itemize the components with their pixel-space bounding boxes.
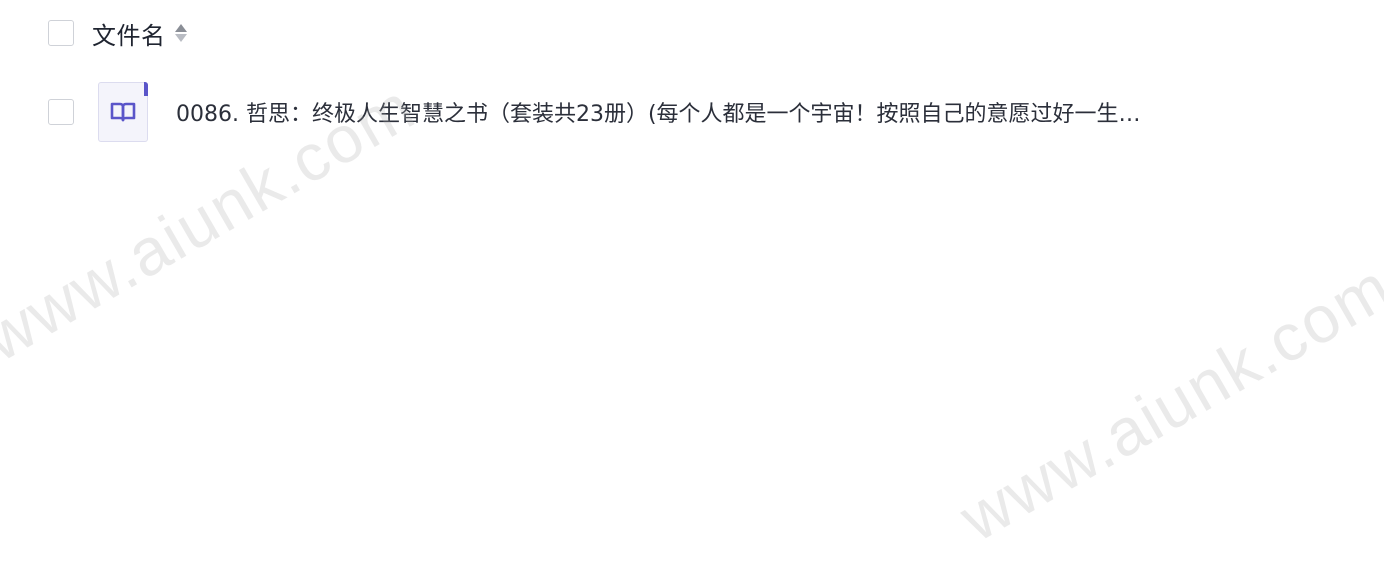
file-list-page: 文件名 0086. 哲思：终极人生智慧之书（套装共23册）(每个人都是一个宇宙！… xyxy=(0,0,1384,588)
file-list-header: 文件名 xyxy=(48,14,188,52)
column-header-filename[interactable]: 文件名 xyxy=(92,16,166,51)
sort-ascending-icon xyxy=(174,24,187,32)
file-row-checkbox[interactable] xyxy=(48,99,74,125)
select-all-checkbox[interactable] xyxy=(48,20,74,46)
sort-descending-icon xyxy=(174,34,187,42)
watermark: www.aiunk.com xyxy=(947,248,1384,556)
file-name-link[interactable]: 0086. 哲思：终极人生智慧之书（套装共23册）(每个人都是一个宇宙！按照自己… xyxy=(176,96,1141,128)
book-file-icon[interactable] xyxy=(98,82,148,142)
file-icon-corner xyxy=(144,82,148,96)
book-icon xyxy=(110,102,136,122)
file-row[interactable]: 0086. 哲思：终极人生智慧之书（套装共23册）(每个人都是一个宇宙！按照自己… xyxy=(48,80,1141,144)
sort-icon[interactable] xyxy=(174,20,188,46)
